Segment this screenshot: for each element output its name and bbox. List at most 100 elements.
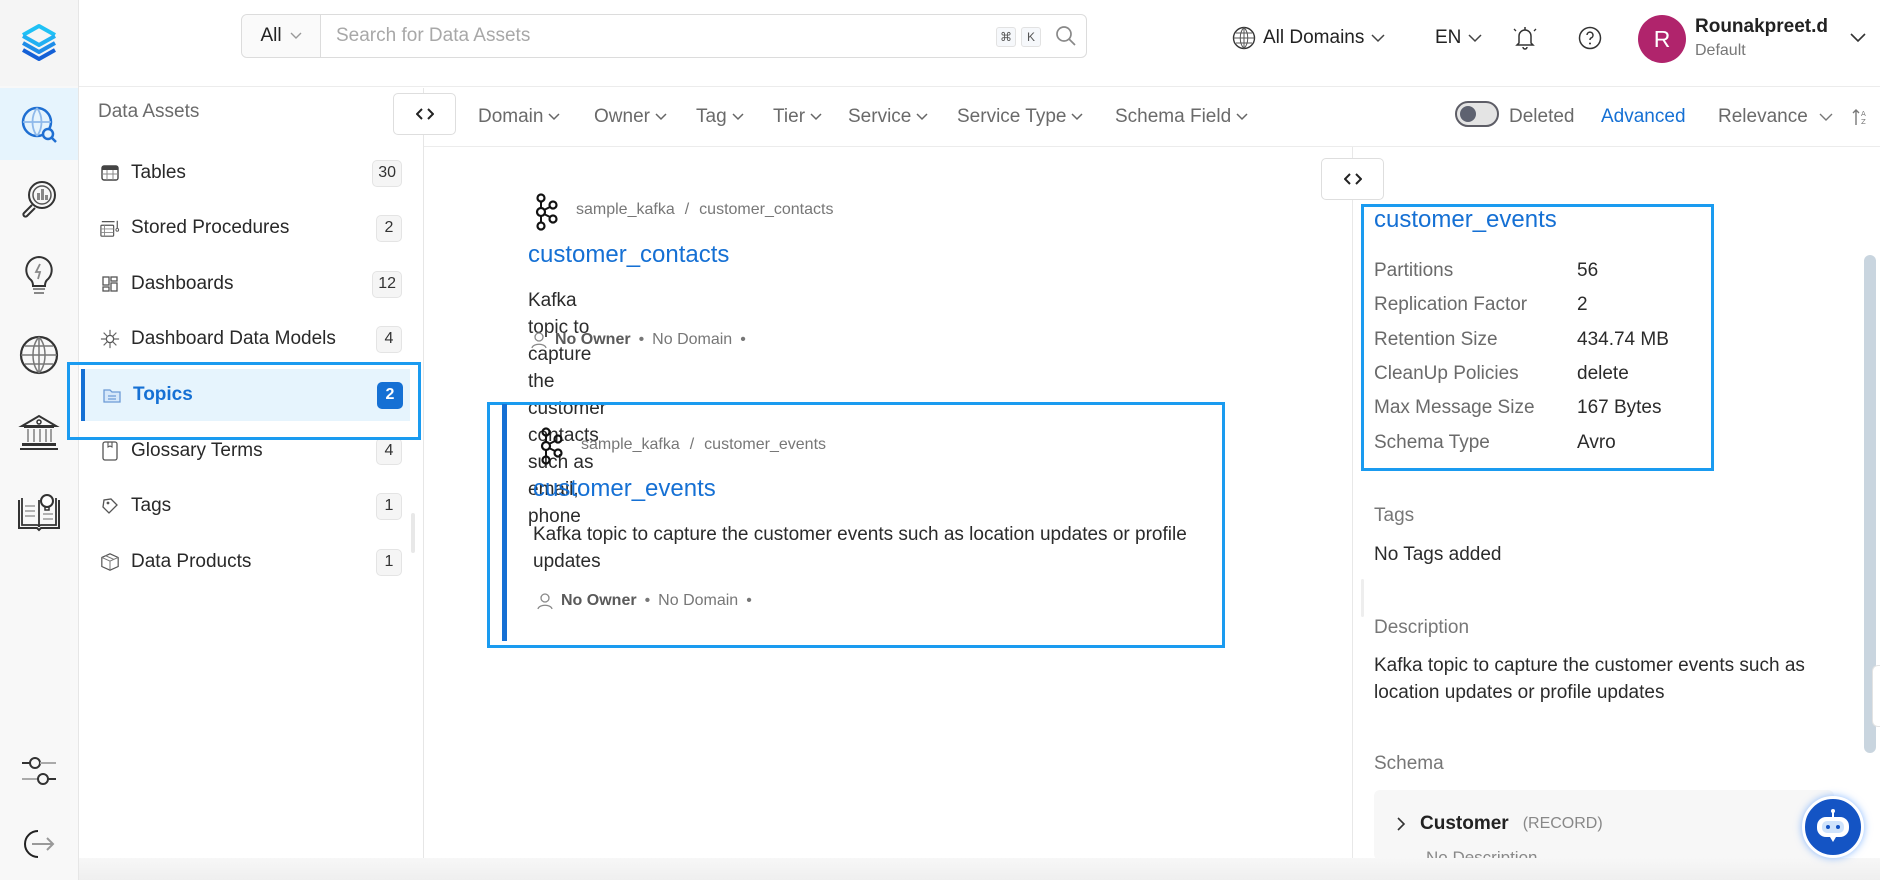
- domains-icon: [19, 335, 59, 375]
- result-title-link[interactable]: customer_contacts: [528, 241, 729, 269]
- app-logo[interactable]: [0, 0, 78, 86]
- search-button[interactable]: [1046, 15, 1086, 57]
- sidebar-item-count: 12: [372, 270, 402, 298]
- schema-field-type: (RECORD): [1522, 815, 1603, 832]
- glossary-icon: [102, 441, 118, 461]
- chevron-down-icon: [548, 113, 561, 121]
- chevron-down-icon: [732, 113, 744, 121]
- filter-label: Service: [848, 106, 912, 127]
- sidebar-item-label: Topics: [133, 384, 193, 405]
- kafka-icon: [535, 193, 558, 231]
- advanced-search-link[interactable]: Advanced: [1601, 88, 1686, 146]
- chevron-down-icon: [1071, 113, 1084, 121]
- breadcrumb-entity[interactable]: customer_events: [704, 436, 826, 454]
- user-menu-toggle[interactable]: [1850, 0, 1866, 76]
- ai-assistant-button[interactable]: [1802, 796, 1864, 858]
- chevron-down-icon: [1371, 33, 1385, 42]
- chevron-down-icon: [655, 113, 667, 121]
- rail-item-data-insights[interactable]: [0, 163, 78, 235]
- breadcrumb-service[interactable]: sample_kafka: [581, 436, 680, 454]
- schema-section-label: Schema: [1374, 753, 1444, 774]
- notifications-button[interactable]: [1513, 0, 1537, 76]
- settings-sliders-icon: [22, 757, 56, 785]
- knowledge-center-icon: [18, 494, 60, 532]
- language-selector[interactable]: EN: [1435, 0, 1482, 76]
- domain-selector[interactable]: All Domains: [1232, 0, 1385, 76]
- toggle-sidebar-button[interactable]: [393, 93, 456, 135]
- sort-ascending-icon: AZ: [1852, 109, 1866, 126]
- rail-item-governance[interactable]: [0, 396, 78, 468]
- search-input[interactable]: [321, 15, 996, 57]
- sidebar-item-stored-procedures[interactable]: Stored Procedures 2: [79, 202, 409, 254]
- sidebar-item-count: 4: [376, 437, 402, 465]
- search-type-dropdown[interactable]: All: [242, 15, 321, 57]
- filter-domain[interactable]: Domain: [478, 88, 561, 146]
- help-button[interactable]: [1578, 0, 1602, 76]
- sidebar-item-glossary-terms[interactable]: Glossary Terms 4: [79, 425, 409, 477]
- domain-value[interactable]: No Domain: [658, 592, 738, 610]
- filter-owner[interactable]: Owner: [594, 88, 667, 146]
- sidebar-item-dashboards[interactable]: Dashboards 12: [79, 258, 409, 310]
- rail-item-knowledge-center[interactable]: [0, 475, 78, 547]
- data-product-icon: [101, 553, 119, 571]
- sidebar-item-tables[interactable]: Tables 30: [79, 147, 409, 199]
- top-header: All ⌘ K All Domains EN R Rounakpreet.d D…: [79, 0, 1880, 87]
- sidebar-scrollbar[interactable]: [411, 513, 415, 553]
- sidebar-item-data-products[interactable]: Data Products 1: [79, 536, 409, 588]
- rail-item-data-quality[interactable]: [0, 239, 78, 311]
- sidebar-item-topics[interactable]: Topics 2: [81, 369, 410, 421]
- explore-icon: [21, 106, 57, 143]
- filter-schema-field[interactable]: Schema Field: [1115, 88, 1248, 146]
- user-role: Default: [1695, 42, 1746, 59]
- code-brackets-icon: [1343, 173, 1362, 185]
- chevron-down-icon: [810, 113, 822, 121]
- data-assets-sidebar: Data Assets Tables 30 Stored Procedures …: [79, 88, 424, 880]
- user-name[interactable]: Rounakpreet.d: [1695, 16, 1828, 38]
- breadcrumb-entity[interactable]: customer_contacts: [699, 201, 833, 219]
- layers-logo-icon: [22, 24, 56, 61]
- property-value: Avro: [1577, 432, 1616, 453]
- breadcrumb-service[interactable]: sample_kafka: [576, 201, 675, 219]
- svg-text:Z: Z: [1861, 118, 1866, 126]
- filter-tag[interactable]: Tag: [696, 88, 744, 146]
- filter-label: Tag: [696, 106, 727, 127]
- summary-title-link[interactable]: customer_events: [1374, 206, 1557, 234]
- filter-service[interactable]: Service: [848, 88, 928, 146]
- filter-bar: Domain Owner Tag Tier Service Service Ty…: [393, 88, 1880, 147]
- kafka-icon: [540, 427, 563, 465]
- owner-value[interactable]: No Owner: [555, 331, 631, 349]
- toggle-summary-panel-button[interactable]: [1321, 158, 1384, 200]
- table-icon: [101, 165, 119, 181]
- sort-label: Relevance: [1718, 106, 1808, 127]
- search-icon: [1056, 26, 1076, 46]
- rail-item-domains[interactable]: [0, 319, 78, 391]
- result-description: Kafka topic to capture the customer even…: [533, 524, 1187, 572]
- sort-order-button[interactable]: AZ: [1852, 88, 1868, 146]
- chevron-down-icon: [1236, 113, 1248, 121]
- sort-dropdown[interactable]: Relevance: [1718, 88, 1833, 146]
- result-title-link[interactable]: customer_events: [533, 475, 716, 503]
- schema-field-row[interactable]: Customer (RECORD): [1396, 813, 1603, 835]
- stored-procedure-icon: [100, 220, 120, 237]
- sidebar-item-dashboard-data-models[interactable]: Dashboard Data Models 4: [79, 313, 409, 365]
- filter-label: Owner: [594, 106, 650, 127]
- rail-item-logout[interactable]: [0, 808, 78, 880]
- breadcrumb-separator: /: [684, 201, 690, 218]
- user-icon: [537, 593, 553, 610]
- user-avatar[interactable]: R: [1638, 15, 1686, 63]
- deleted-toggle[interactable]: [1455, 101, 1499, 127]
- chevron-right-icon[interactable]: [1396, 817, 1406, 831]
- language-label: EN: [1435, 27, 1462, 48]
- domain-selector-label: All Domains: [1263, 27, 1365, 48]
- domain-value[interactable]: No Domain: [652, 331, 732, 349]
- side-drawer-tab[interactable]: [1872, 665, 1880, 727]
- rail-item-explore[interactable]: [0, 88, 78, 160]
- sidebar-item-tags[interactable]: Tags 1: [79, 480, 409, 532]
- rail-item-settings[interactable]: [0, 735, 78, 807]
- filter-service-type[interactable]: Service Type: [957, 88, 1084, 146]
- result-meta: No Owner • No Domain •: [531, 331, 746, 349]
- owner-value[interactable]: No Owner: [561, 592, 637, 610]
- sidebar-item-label: Tags: [131, 495, 172, 516]
- topic-icon: [103, 389, 121, 403]
- filter-tier[interactable]: Tier: [773, 88, 822, 146]
